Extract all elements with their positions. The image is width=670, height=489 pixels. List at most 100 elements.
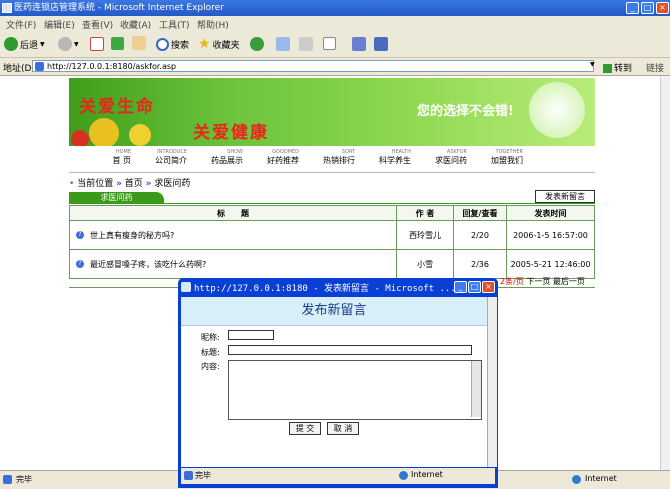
banner-slogan-1: 关爱生命 (79, 97, 155, 117)
hand-globe-image (529, 82, 585, 138)
address-input[interactable]: http://127.0.0.1:8180/askfor.asp (32, 60, 594, 72)
links-button[interactable]: 链接 (646, 61, 664, 74)
popup-status-text: 完毕 (195, 471, 211, 480)
edit-icon[interactable] (323, 37, 336, 50)
submit-button[interactable]: 提 交 (289, 422, 321, 435)
menu-help[interactable]: 帮助(H) (197, 18, 229, 31)
favorites-button[interactable]: ★ 收藏夹 (198, 36, 240, 52)
forward-arrow-icon (58, 37, 72, 51)
title-label: 标题: (201, 348, 220, 357)
globe-icon (572, 475, 581, 484)
title-input[interactable] (228, 345, 472, 355)
close-button[interactable]: × (656, 2, 669, 14)
popup-title: http://127.0.0.1:8180 - 发表新留言 - Microsof… (194, 284, 456, 294)
content-textarea[interactable] (228, 360, 482, 420)
discuss-icon[interactable] (352, 37, 366, 51)
nav-sort[interactable]: SORT 热销排行 (305, 149, 355, 166)
row-stats: 2/36 (453, 249, 507, 279)
mail-icon[interactable] (276, 37, 290, 51)
nav-show[interactable]: SHOW 药品展示 (193, 149, 243, 166)
popup-close-button[interactable]: × (482, 281, 495, 293)
menu-tools[interactable]: 工具(T) (159, 18, 190, 31)
go-arrow-icon (603, 64, 612, 73)
window-title: 医药连锁店管理系统 - Microsoft Internet Explorer (14, 3, 224, 13)
page-icon (35, 62, 44, 71)
row-author: 西玲雪儿 (396, 220, 454, 250)
popup-maximize-button[interactable]: □ (468, 281, 481, 293)
nav-goodmed[interactable]: GOODMED 好药推荐 (249, 149, 299, 166)
page-icon (184, 471, 193, 480)
back-button[interactable]: 后退 ▼ (4, 36, 45, 52)
row-subject[interactable]: ? 世上真有瘦身的秘方吗? (69, 220, 397, 250)
banner-slogan-2: 关爱健康 (193, 123, 269, 143)
stop-icon[interactable] (90, 37, 104, 51)
maximize-button[interactable]: □ (641, 2, 654, 14)
chevron-down-icon: ▼ (74, 40, 79, 48)
page-scrollbar[interactable] (660, 76, 670, 470)
row-author: 小雪 (396, 249, 454, 279)
nav-askfor[interactable]: ASKFOR 求医问药 (417, 149, 467, 166)
row-subject[interactable]: ? 最近感冒嗓子疼，该吃什么药啊? (69, 249, 397, 279)
page-icon (3, 475, 12, 484)
address-label: 地址(D) (3, 64, 35, 74)
col-title: 标 题 (69, 205, 397, 221)
question-icon: ? (76, 231, 84, 239)
col-stats: 回复/查看 (453, 205, 507, 221)
address-bar: 地址(D) http://127.0.0.1:8180/askfor.asp ▼… (0, 58, 670, 76)
site-nav: HOME 首 页 INTRODUCE 公司简介 SHOW 药品展示 GOODMED 好药… (69, 146, 595, 173)
col-time: 发表时间 (506, 205, 595, 221)
messenger-icon[interactable] (374, 37, 388, 51)
popup-body: 发布新留言 昵称: 标题: 内容: 提 交 取 消 (181, 297, 487, 467)
next-page-link[interactable]: 下一页 (526, 277, 550, 286)
menu-edit[interactable]: 编辑(E) (44, 18, 75, 31)
pager: 2条/页 下一页 最后一页 (500, 276, 585, 287)
banner-slogan-3: 您的选择不会错! (417, 104, 514, 119)
popup-status-zone: Internet (411, 470, 443, 479)
post-message-button[interactable]: 发表新留言 (535, 190, 595, 203)
nav-health[interactable]: HEALTH 科学养生 (361, 149, 411, 166)
flower-decoration (129, 124, 151, 146)
menu-view[interactable]: 查看(V) (82, 18, 113, 31)
breadcrumb-home-link[interactable]: 首页 (125, 179, 143, 189)
menu-file[interactable]: 文件(F) (6, 18, 36, 31)
menu-favorites[interactable]: 收藏(A) (120, 18, 151, 31)
breadcrumb-current: 求医问药 (154, 179, 191, 189)
col-author: 作 者 (396, 205, 454, 221)
globe-icon (399, 471, 408, 480)
double-chevron-icon: » (145, 179, 152, 189)
refresh-icon[interactable] (111, 37, 124, 50)
row-time: 2006-1-5 16:57:00 (506, 220, 595, 250)
last-page-link[interactable]: 最后一页 (553, 277, 585, 286)
ie-icon (2, 3, 12, 13)
popup-scrollbar[interactable] (487, 297, 497, 467)
table-header-row: 标 题 作 者 回复/查看 发表时间 (69, 205, 595, 221)
nav-together[interactable]: TOGETHER 加盟我们 (473, 149, 523, 166)
chevron-down-icon: ▼ (40, 40, 45, 48)
textarea-scrollbar[interactable] (471, 361, 481, 417)
double-chevron-icon: » (116, 179, 122, 189)
nick-label: 昵称: (201, 333, 220, 342)
table-row: ? 世上真有瘦身的秘方吗? 西玲雪儿 2/20 2006-1-5 16:57:00 (69, 220, 595, 250)
cancel-button[interactable]: 取 消 (327, 422, 359, 435)
bullet-icon: • (69, 179, 75, 189)
popup-status-bar: 完毕 Internet (181, 468, 495, 484)
flower-decoration (89, 118, 119, 146)
breadcrumb: • 当前位置 » 首页 » 求医问药 (69, 179, 191, 189)
flower-decoration (71, 130, 89, 146)
row-stats: 2/20 (453, 220, 507, 250)
home-icon[interactable] (132, 36, 146, 50)
popup-heading: 发布新留言 (181, 297, 487, 326)
address-dropdown-icon[interactable]: ▼ (590, 61, 595, 68)
go-button[interactable]: 转到 (603, 61, 632, 74)
minimize-button[interactable]: _ (626, 2, 639, 14)
popup-minimize-button[interactable]: _ (454, 281, 467, 293)
nav-home[interactable]: HOME 首 页 (81, 149, 131, 166)
media-icon[interactable] (250, 37, 264, 51)
status-zone: Internet (585, 474, 617, 483)
print-icon[interactable] (299, 37, 313, 51)
table-row: ? 最近感冒嗓子疼，该吃什么药啊? 小雪 2/36 2005-5-21 12:46… (69, 249, 595, 279)
nick-input[interactable] (228, 330, 274, 340)
forward-button[interactable]: ▼ (58, 36, 79, 52)
search-button[interactable]: 搜索 (156, 36, 189, 52)
nav-introduce[interactable]: INTRODUCE 公司简介 (137, 149, 187, 166)
